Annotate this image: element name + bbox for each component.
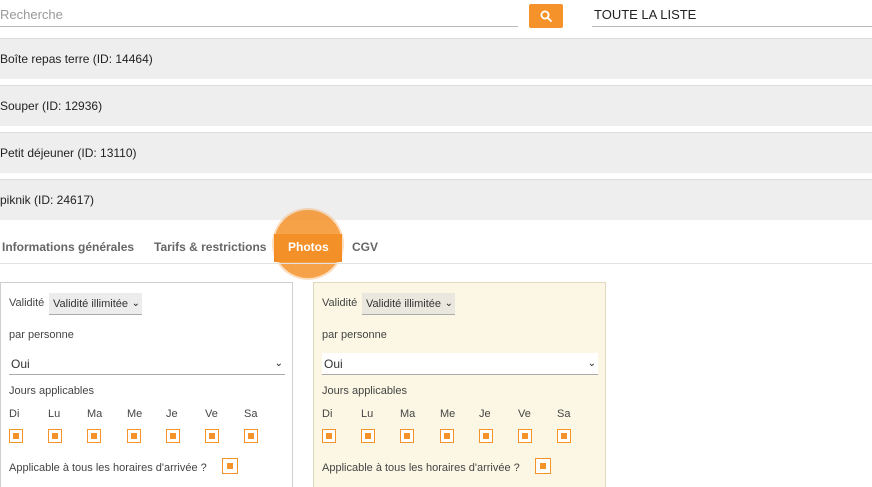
validity-select[interactable]: Validité illimitée ⌄ bbox=[49, 293, 142, 315]
tab-photos[interactable]: Photos bbox=[288, 230, 329, 264]
validity-select[interactable]: Validité illimitée ⌄ bbox=[362, 293, 455, 315]
day-checkbox[interactable] bbox=[322, 429, 336, 443]
chevron-down-icon: ⌄ bbox=[444, 298, 453, 309]
list-item[interactable]: piknik (ID: 24617) bbox=[0, 179, 872, 220]
day-label: Sa bbox=[244, 408, 258, 420]
per-person-select[interactable]: Oui ⌄ bbox=[322, 353, 598, 375]
list-item[interactable]: Boîte repas terre (ID: 14464) bbox=[0, 38, 872, 79]
search-icon bbox=[540, 10, 552, 22]
day-label: Ve bbox=[518, 408, 531, 420]
arrival-label: Applicable à tous les horaires d'arrivée… bbox=[9, 462, 207, 474]
day-label: Me bbox=[440, 408, 456, 420]
day-checkbox[interactable] bbox=[48, 429, 62, 443]
day-label: Je bbox=[166, 408, 178, 420]
day-label: Ma bbox=[400, 408, 416, 420]
arrival-label: Applicable à tous les horaires d'arrivée… bbox=[322, 462, 520, 474]
day-checkbox[interactable] bbox=[166, 429, 180, 443]
rate-panel: Validité Validité illimitée ⌄ par person… bbox=[313, 282, 606, 487]
days-label: Jours applicables bbox=[9, 385, 94, 397]
rate-panel: Validité Validité illimitée ⌄ par person… bbox=[0, 282, 293, 487]
list-filter-select[interactable]: TOUTE LA LISTE bbox=[592, 3, 872, 27]
day-checkbox[interactable] bbox=[205, 429, 219, 443]
day-checkbox[interactable] bbox=[9, 429, 23, 443]
day-checkbox[interactable] bbox=[400, 429, 414, 443]
per-person-value: Oui bbox=[324, 357, 343, 371]
day-label: Di bbox=[322, 408, 333, 420]
validity-label: Validité bbox=[322, 297, 358, 309]
day-checkbox[interactable] bbox=[361, 429, 375, 443]
per-person-label: par personne bbox=[322, 329, 387, 341]
chevron-down-icon: ⌄ bbox=[274, 358, 283, 369]
day-label: Di bbox=[9, 408, 20, 420]
per-person-value: Oui bbox=[11, 357, 30, 371]
day-checkbox[interactable] bbox=[557, 429, 571, 443]
day-checkbox[interactable] bbox=[518, 429, 532, 443]
day-checkbox[interactable] bbox=[244, 429, 258, 443]
day-checkbox[interactable] bbox=[87, 429, 101, 443]
tab-bar: Informations générales Tarifs & restrict… bbox=[0, 230, 872, 264]
arrival-checkbox[interactable] bbox=[222, 458, 238, 474]
chevron-down-icon: ⌄ bbox=[587, 358, 596, 369]
validity-label: Validité bbox=[9, 297, 45, 309]
validity-value: Validité illimitée bbox=[366, 298, 441, 310]
chevron-down-icon: ⌄ bbox=[131, 298, 140, 309]
day-label: Ve bbox=[205, 408, 218, 420]
days-label: Jours applicables bbox=[322, 385, 407, 397]
search-input[interactable] bbox=[0, 3, 518, 27]
day-label: Sa bbox=[557, 408, 571, 420]
day-label: Ma bbox=[87, 408, 103, 420]
day-checkbox[interactable] bbox=[127, 429, 141, 443]
day-checkbox[interactable] bbox=[440, 429, 454, 443]
list-item[interactable]: Petit déjeuner (ID: 13110) bbox=[0, 132, 872, 173]
day-label: Je bbox=[479, 408, 491, 420]
tab-cgv[interactable]: CGV bbox=[352, 230, 378, 264]
validity-value: Validité illimitée bbox=[53, 298, 128, 310]
per-person-label: par personne bbox=[9, 329, 74, 341]
search-button[interactable] bbox=[529, 4, 563, 28]
per-person-select[interactable]: Oui ⌄ bbox=[9, 353, 285, 375]
day-label: Lu bbox=[361, 408, 374, 420]
arrival-checkbox[interactable] bbox=[535, 458, 551, 474]
day-label: Lu bbox=[48, 408, 61, 420]
day-label: Me bbox=[127, 408, 143, 420]
day-checkbox[interactable] bbox=[479, 429, 493, 443]
list-item[interactable]: Souper (ID: 12936) bbox=[0, 85, 872, 126]
tab-tarifs-restrictions[interactable]: Tarifs & restrictions bbox=[154, 230, 266, 264]
tab-informations-generales[interactable]: Informations générales bbox=[2, 230, 134, 264]
